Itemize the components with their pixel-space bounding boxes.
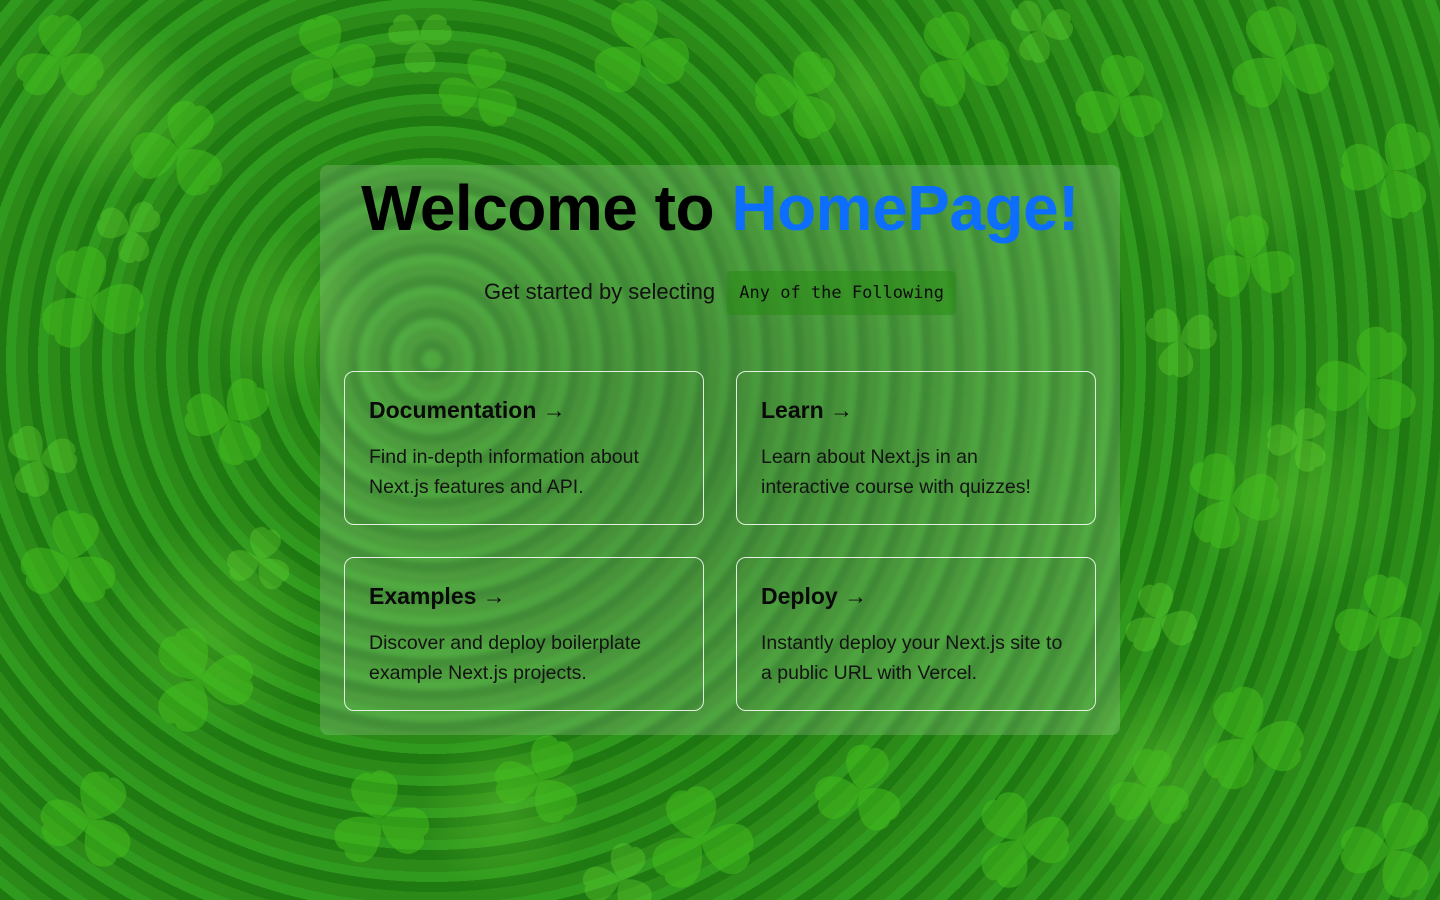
card-title-text: Deploy (761, 583, 838, 609)
arrow-right-icon: → (830, 397, 854, 423)
card-description: Find in-depth information about Next.js … (369, 446, 639, 498)
card-title: Documentation → (369, 396, 679, 424)
title-prefix: Welcome to (361, 172, 732, 244)
title-brand: HomePage! (731, 172, 1079, 244)
welcome-panel: Welcome to HomePage! Get started by sele… (320, 165, 1120, 735)
code-pill: Any of the Following (727, 271, 956, 316)
card-title-text: Learn (761, 397, 824, 423)
documentation-card[interactable]: Documentation → Find in-depth informatio… (344, 371, 704, 525)
card-title-text: Documentation (369, 397, 537, 423)
card-title: Learn → (761, 396, 1071, 424)
arrow-right-icon: → (844, 583, 868, 609)
deploy-card[interactable]: Deploy → Instantly deploy your Next.js s… (736, 557, 1096, 711)
card-description: Learn about Next.js in an interactive co… (761, 446, 1031, 498)
card-title: Deploy → (761, 582, 1071, 610)
learn-card[interactable]: Learn → Learn about Next.js in an intera… (736, 371, 1096, 525)
arrow-right-icon: → (542, 397, 566, 423)
card-grid: Documentation → Find in-depth informatio… (344, 371, 1096, 711)
subtitle-text: Get started by selecting (484, 279, 716, 304)
card-description: Instantly deploy your Next.js site to a … (761, 632, 1063, 684)
arrow-right-icon: → (482, 583, 506, 609)
page-title: Welcome to HomePage! (320, 173, 1120, 243)
card-title-text: Examples (369, 583, 477, 609)
card-title: Examples → (369, 582, 679, 610)
card-description: Discover and deploy boilerplate example … (369, 632, 642, 684)
subtitle: Get started by selecting Any of the Foll… (320, 270, 1120, 316)
examples-card[interactable]: Examples → Discover and deploy boilerpla… (344, 557, 704, 711)
